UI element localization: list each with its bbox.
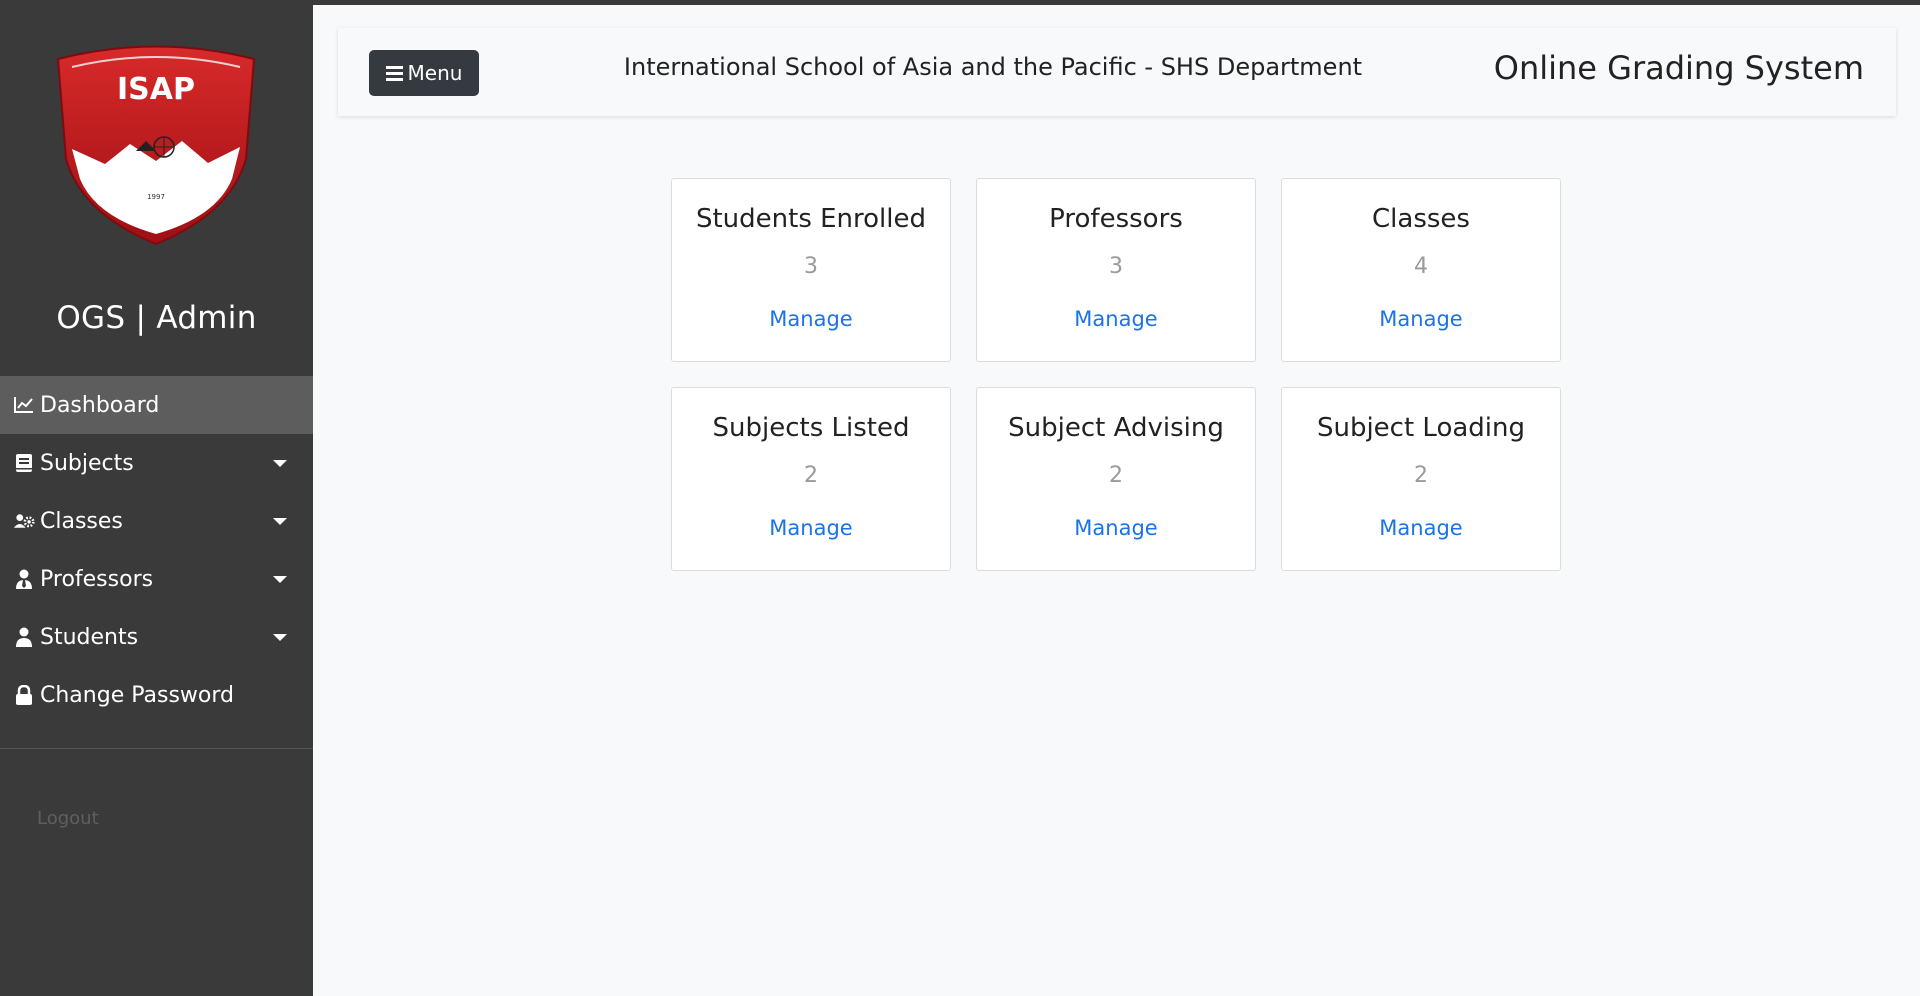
card-title: Students Enrolled <box>695 204 927 234</box>
card-count: 3 <box>1109 254 1123 279</box>
sidebar-item-change-password[interactable]: Change Password <box>0 666 313 724</box>
system-title: Online Grading System <box>1493 49 1864 87</box>
brand-title: OGS | Admin <box>56 300 257 336</box>
user-tie-icon <box>13 568 35 590</box>
card-count: 2 <box>1414 463 1428 488</box>
header-bar: Menu International School of Asia and th… <box>338 28 1896 116</box>
users-cog-icon <box>13 510 35 532</box>
card-professors: Professors 3 Manage <box>976 178 1256 362</box>
manage-link[interactable]: Manage <box>1282 307 1560 331</box>
sidebar-divider <box>0 748 313 749</box>
card-title: Subject Advising <box>1008 413 1224 443</box>
card-title: Classes <box>1372 204 1470 234</box>
chevron-down-icon <box>273 634 287 641</box>
user-icon <box>13 626 35 648</box>
sidebar: ISAP 1997 OGS | Admin Dashboard Subjects <box>0 5 313 996</box>
card-title: Subject Loading <box>1316 413 1526 443</box>
manage-link[interactable]: Manage <box>977 516 1255 540</box>
manage-link[interactable]: Manage <box>977 307 1255 331</box>
lock-icon <box>13 684 35 706</box>
manage-link[interactable]: Manage <box>672 307 950 331</box>
sidebar-item-dashboard[interactable]: Dashboard <box>0 376 313 434</box>
chevron-down-icon <box>273 576 287 583</box>
logo-year: 1997 <box>147 193 165 201</box>
card-title: Professors <box>1049 204 1183 234</box>
card-count: 3 <box>804 254 818 279</box>
school-title: International School of Asia and the Pac… <box>623 53 1363 81</box>
sidebar-item-label: Change Password <box>40 682 234 708</box>
sidebar-item-label: Subjects <box>40 450 134 476</box>
sidebar-item-label: Dashboard <box>40 392 160 418</box>
card-students-enrolled: Students Enrolled 3 Manage <box>671 178 951 362</box>
card-classes: Classes 4 Manage <box>1281 178 1561 362</box>
book-icon <box>13 452 35 474</box>
sidebar-item-label: Students <box>40 624 139 650</box>
card-subject-advising: Subject Advising 2 Manage <box>976 387 1256 571</box>
logout-link[interactable]: Logout <box>37 808 99 829</box>
sidebar-nav: Dashboard Subjects Classes Professors St… <box>0 376 313 724</box>
school-logo: ISAP 1997 <box>50 39 262 251</box>
sidebar-item-label: Classes <box>40 508 123 534</box>
sidebar-item-classes[interactable]: Classes <box>0 492 313 550</box>
card-count: 4 <box>1414 254 1428 279</box>
logo-text: ISAP <box>117 72 195 107</box>
chevron-down-icon <box>273 518 287 525</box>
chevron-down-icon <box>273 460 287 467</box>
sidebar-item-professors[interactable]: Professors <box>0 550 313 608</box>
card-count: 2 <box>1109 463 1123 488</box>
card-count: 2 <box>804 463 818 488</box>
sidebar-item-subjects[interactable]: Subjects <box>0 434 313 492</box>
sidebar-item-students[interactable]: Students <box>0 608 313 666</box>
card-subject-loading: Subject Loading 2 Manage <box>1281 387 1561 571</box>
sidebar-item-label: Professors <box>40 566 154 592</box>
manage-link[interactable]: Manage <box>1282 516 1560 540</box>
card-subjects-listed: Subjects Listed 2 Manage <box>671 387 951 571</box>
card-title: Subjects Listed <box>712 413 910 443</box>
chart-line-icon <box>13 394 35 416</box>
manage-link[interactable]: Manage <box>672 516 950 540</box>
